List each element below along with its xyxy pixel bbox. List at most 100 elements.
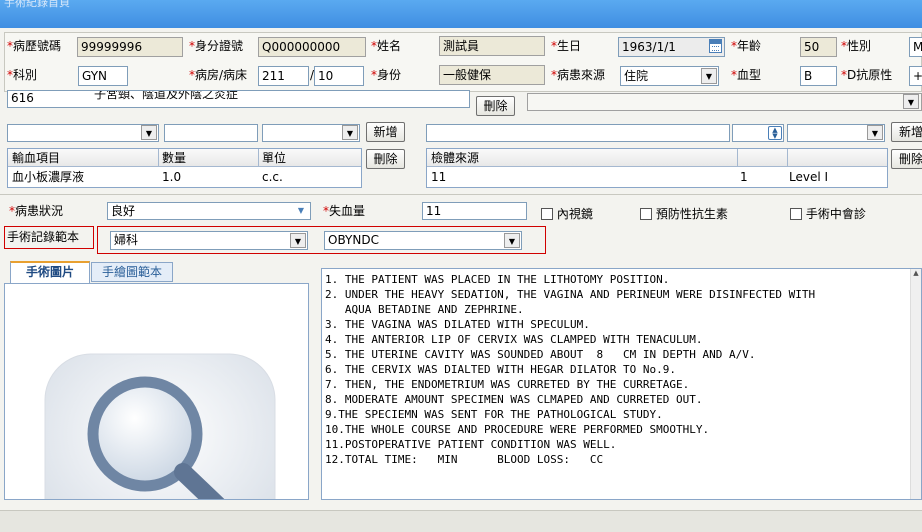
- window-title: 手術紀錄首頁: [4, 0, 70, 9]
- transfusion-unit-select[interactable]: ▼: [262, 124, 360, 142]
- template-category-select[interactable]: 婦科 ▼: [110, 231, 308, 250]
- blood-field[interactable]: B: [800, 66, 837, 86]
- diagnosis-select[interactable]: ▼: [527, 93, 922, 111]
- chevron-down-icon: ▼: [701, 68, 717, 84]
- antibiotic-checkbox[interactable]: 預防性抗生素: [640, 206, 728, 222]
- record-line: 10.THE WHOLE COURSE AND PROCEDURE WERE P…: [325, 423, 710, 436]
- chevron-down-icon: ▼: [290, 233, 306, 248]
- specimen-count-spinner[interactable]: ▲ ▼: [732, 124, 784, 142]
- birth-value: 1963/1/1: [622, 40, 676, 54]
- source-label: *病患來源: [551, 68, 606, 82]
- specimen-source-cell: 11: [431, 170, 447, 184]
- record-line: 12.TOTAL TIME: MIN BLOOD LOSS: CC: [325, 453, 604, 466]
- chevron-down-icon: ▼: [141, 125, 157, 140]
- divider: [0, 194, 922, 195]
- record-text: 1. THE PATIENT WAS PLACED IN THE LITHOTO…: [325, 272, 815, 467]
- sex-field[interactable]: M: [909, 37, 922, 57]
- age-field[interactable]: 50: [800, 37, 837, 57]
- surgery-record-textarea[interactable]: 1. THE PATIENT WAS PLACED IN THE LITHOTO…: [321, 268, 922, 500]
- age-label: *年齡: [731, 39, 762, 53]
- table-row[interactable]: 11 1 Level I: [427, 167, 887, 187]
- antibiotic-label: 預防性抗生素: [655, 207, 728, 221]
- status-bar: [0, 510, 922, 532]
- transfusion-delete-button[interactable]: 刪除: [366, 149, 405, 169]
- table-row[interactable]: 血小板濃厚液 1.0 c.c.: [8, 167, 361, 187]
- column-header: 單位: [262, 151, 287, 165]
- surgery-image-panel[interactable]: [4, 283, 309, 500]
- record-line: 4. THE ANTERIOR LIP OF CERVIX WAS CLAMPE…: [325, 333, 703, 346]
- consult-checkbox[interactable]: 手術中會診: [790, 206, 866, 222]
- column-header: 輸血項目: [12, 151, 61, 165]
- checkbox-box[interactable]: [790, 208, 802, 220]
- bed-field[interactable]: 10: [314, 66, 364, 86]
- diagnosis-code: 616: [11, 91, 34, 105]
- diagnosis-desc: 子宮頸、陰道及外陰之炎症: [94, 90, 239, 101]
- sex-label: *性別: [841, 39, 872, 53]
- source-select[interactable]: 住院 ▼: [620, 66, 719, 86]
- record-line: 11.POSTOPERATIVE PATIENT CONDITION WAS W…: [325, 438, 617, 451]
- record-line: 2. UNDER THE HEAVY SEDATION, THE VAGINA …: [325, 288, 816, 301]
- identity-field[interactable]: 一般健保: [439, 65, 545, 85]
- checkbox-box[interactable]: [541, 208, 553, 220]
- blood-loss-input[interactable]: 11: [422, 202, 527, 220]
- specimen-source-input[interactable]: [426, 124, 730, 142]
- transfusion-header: 輸血項目 數量 單位: [8, 149, 361, 167]
- endoscopy-checkbox[interactable]: 內視鏡: [541, 206, 593, 222]
- condition-select[interactable]: 良好 ▼: [107, 202, 311, 220]
- name-label: *姓名: [371, 39, 402, 53]
- record-line: 6. THE CERVIX WAS DIALTED WITH HEGAR DIL…: [325, 363, 676, 376]
- transfusion-table: 輸血項目 數量 單位 血小板濃厚液 1.0 c.c.: [7, 148, 362, 188]
- record-line: 9.THE SPECIEMN WAS SENT FOR THE PATHOLOG…: [325, 408, 663, 421]
- dept-field[interactable]: GYN: [78, 66, 128, 86]
- chart-no-field[interactable]: 99999996: [77, 37, 183, 57]
- condition-value: 良好: [111, 204, 136, 218]
- rh-field[interactable]: +: [909, 66, 922, 86]
- specimen-table: 檢體來源 11 1 Level I: [426, 148, 888, 188]
- record-line: 8. MODERATE AMOUNT SPECIMEN WAS CLMAPED …: [325, 393, 703, 406]
- record-line: 3. THE VAGINA WAS DILATED WITH SPECULUM.: [325, 318, 590, 331]
- spinner-icon[interactable]: ▲ ▼: [768, 126, 782, 140]
- dept-label: *科別: [7, 68, 38, 82]
- template-label: 手術記錄範本: [4, 226, 94, 249]
- chevron-down-icon: ▼: [342, 125, 358, 140]
- record-line: 7. THEN, THE ENDOMETRIUM WAS CURRETED BY…: [325, 378, 690, 391]
- tab-drawing-template[interactable]: 手繪圖範本: [91, 262, 173, 282]
- diagnosis-field[interactable]: 616 子宮頸、陰道及外陰之炎症: [7, 90, 470, 108]
- ward-field[interactable]: 211: [258, 66, 309, 86]
- transfusion-unit-cell: c.c.: [262, 170, 283, 184]
- specimen-level-select[interactable]: ▼: [787, 124, 885, 142]
- record-line: AQUA BETADINE AND ZEPHRINE.: [325, 303, 524, 316]
- tab-surgery-image[interactable]: 手術圖片: [10, 261, 90, 283]
- record-line: 1. THE PATIENT WAS PLACED IN THE LITHOTO…: [325, 273, 670, 286]
- transfusion-qty-cell: 1.0: [162, 170, 182, 184]
- template-code-select[interactable]: OBYNDC ▼: [324, 231, 522, 250]
- scrollbar[interactable]: ▲: [910, 269, 921, 499]
- title-bar: 手術紀錄首頁: [0, 0, 922, 28]
- chevron-down-icon: ▼: [293, 203, 309, 218]
- specimen-delete-button[interactable]: 刪除: [891, 149, 922, 169]
- blood-label: *血型: [731, 68, 762, 82]
- scroll-up-icon[interactable]: ▲: [911, 269, 921, 280]
- transfusion-add-button[interactable]: 新增: [366, 122, 405, 142]
- name-field[interactable]: 測試員: [439, 36, 545, 56]
- specimen-level-cell: Level I: [789, 170, 829, 184]
- specimen-count-cell: 1: [740, 170, 748, 184]
- transfusion-item-cell: 血小板濃厚液: [12, 170, 85, 184]
- id-no-field[interactable]: Q000000000: [258, 37, 366, 57]
- ward-label: *病房/病床: [189, 68, 248, 82]
- blood-loss-label: *失血量: [323, 204, 366, 218]
- id-label: *身分證號: [189, 39, 244, 53]
- condition-label: *病患狀況: [9, 204, 64, 218]
- transfusion-qty-input[interactable]: [164, 124, 258, 142]
- chevron-down-icon: ▼: [504, 233, 520, 248]
- birth-label: *生日: [551, 39, 582, 53]
- endoscopy-label: 內視鏡: [556, 207, 593, 221]
- diagnosis-delete-button[interactable]: 刪除: [476, 96, 515, 116]
- calendar-icon[interactable]: [709, 39, 722, 53]
- checkbox-box[interactable]: [640, 208, 652, 220]
- record-line: 5. THE UTERINE CAVITY WAS SOUNDED ABOUT …: [325, 348, 756, 361]
- chevron-down-icon: ▼: [903, 94, 919, 109]
- transfusion-item-select[interactable]: ▼: [7, 124, 159, 142]
- chart-no-label: *病歷號碼: [7, 39, 62, 53]
- specimen-add-button[interactable]: 新增: [891, 122, 922, 142]
